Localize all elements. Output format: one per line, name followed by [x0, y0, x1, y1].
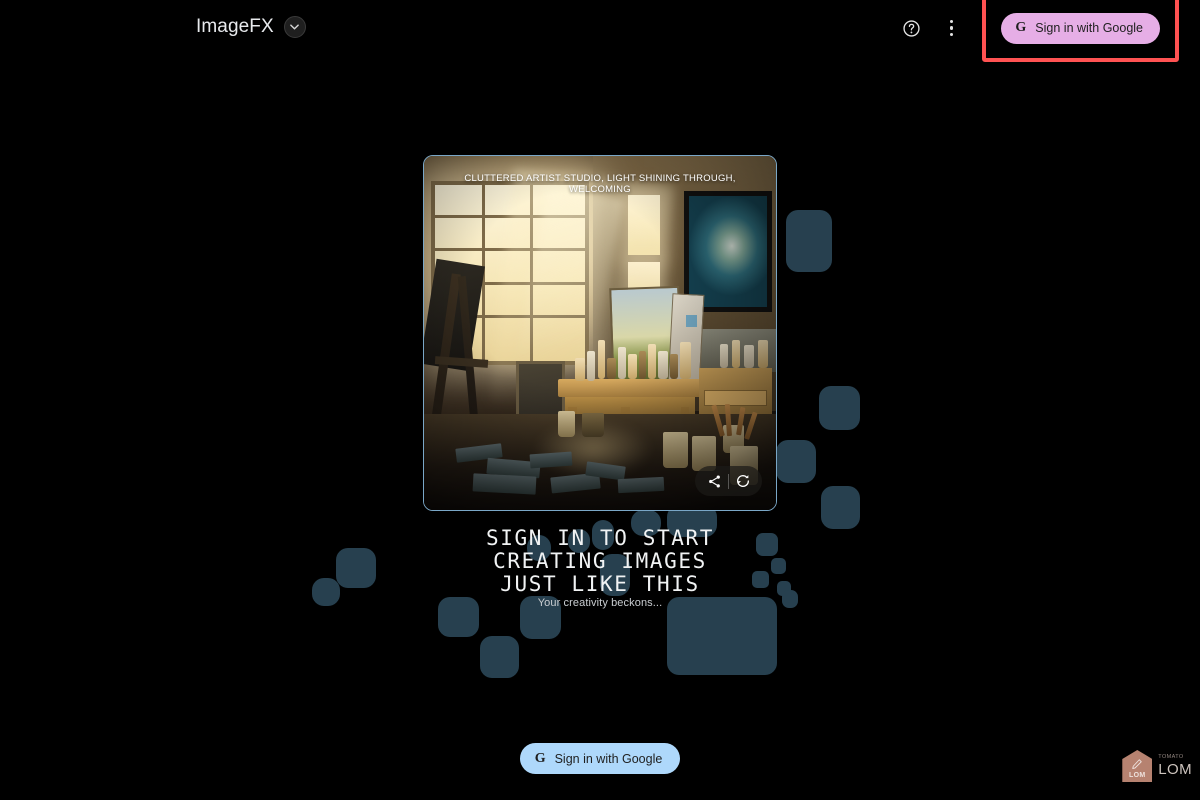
chevron-down-icon[interactable]: [283, 16, 306, 38]
hero-subheadline: Your creativity beckons...: [537, 597, 663, 609]
watermark-badge-text: LOM: [1129, 772, 1146, 779]
signin-highlight-box: G Sign in with Google: [982, 0, 1179, 62]
signin-with-google-button-hero[interactable]: G Sign in with Google: [519, 743, 681, 774]
more-vertical-icon[interactable]: [934, 11, 968, 45]
signin-button-label: Sign in with Google: [554, 751, 663, 766]
image-caption: CLUTTERED ARTIST STUDIO, LIGHT SHINING T…: [464, 173, 736, 195]
main-stage: CLUTTERED ARTIST STUDIO, LIGHT SHINING T…: [0, 0, 1200, 800]
image-action-bar: [695, 466, 762, 496]
more-dots: [949, 19, 954, 37]
decor-square: [819, 386, 860, 430]
google-logo-icon: G: [1015, 20, 1027, 35]
house-badge-icon: LOM: [1122, 750, 1153, 782]
decor-square: [786, 210, 832, 272]
share-icon[interactable]: [700, 467, 728, 495]
regenerate-icon[interactable]: [729, 467, 757, 495]
watermark-top-text: TOMATO: [1158, 753, 1184, 760]
pen-icon: [1132, 759, 1142, 769]
watermark: LOM TOMATO LOM: [1122, 750, 1192, 782]
decor-square: [821, 486, 860, 529]
generated-artwork: [424, 156, 776, 510]
brand-group: ImageFX: [196, 13, 306, 41]
signin-with-google-button-header[interactable]: G Sign in with Google: [1001, 12, 1160, 44]
watermark-main-text: LOM: [1158, 761, 1192, 779]
decor-square: [480, 636, 519, 678]
top-bar: ImageFX G Sign in with Google: [0, 0, 1200, 62]
imagefx-app: ImageFX G Sign in with Google CLUTTERED …: [0, 0, 1200, 800]
google-logo-icon: G: [534, 750, 546, 766]
watermark-text: TOMATO LOM: [1158, 753, 1192, 779]
help-circle-icon[interactable]: [894, 11, 928, 45]
page-title: ImageFX: [196, 16, 274, 37]
signin-button-label: Sign in with Google: [1035, 21, 1143, 35]
top-bar-actions: G Sign in with Google: [894, 0, 1200, 62]
hero-headline: SIGN IN TO START CREATING IMAGES JUST LI…: [486, 526, 714, 596]
decor-square: [776, 440, 816, 483]
hero-signin-wrapper: G Sign in with Google: [0, 743, 1200, 774]
generated-image-card[interactable]: CLUTTERED ARTIST STUDIO, LIGHT SHINING T…: [423, 155, 777, 511]
